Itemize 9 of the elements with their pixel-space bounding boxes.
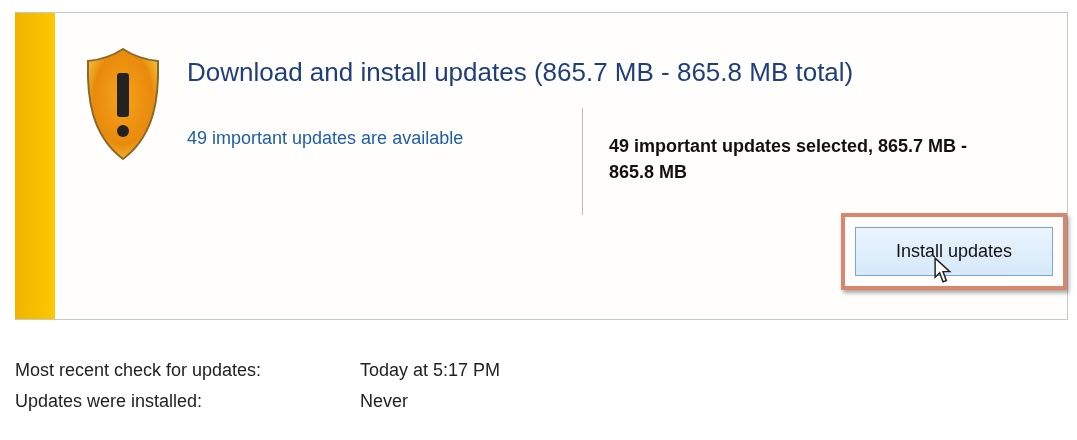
warning-shield-icon (85, 47, 161, 161)
status-value: Today at 5:17 PM (360, 360, 502, 381)
status-label: Updates were installed: (15, 391, 204, 412)
install-updates-button[interactable]: Install updates (854, 227, 1053, 277)
status-label: Most recent check for updates: (15, 360, 263, 381)
selection-summary: 49 important updates selected, 865.7 MB - 865.8 MB (609, 135, 969, 185)
available-updates-link[interactable]: 49 important updates are available (187, 108, 582, 216)
panel-title: Download and install updates (865.7 MB - 865.8 MB total) (187, 57, 855, 88)
status-value: Never (360, 391, 409, 412)
